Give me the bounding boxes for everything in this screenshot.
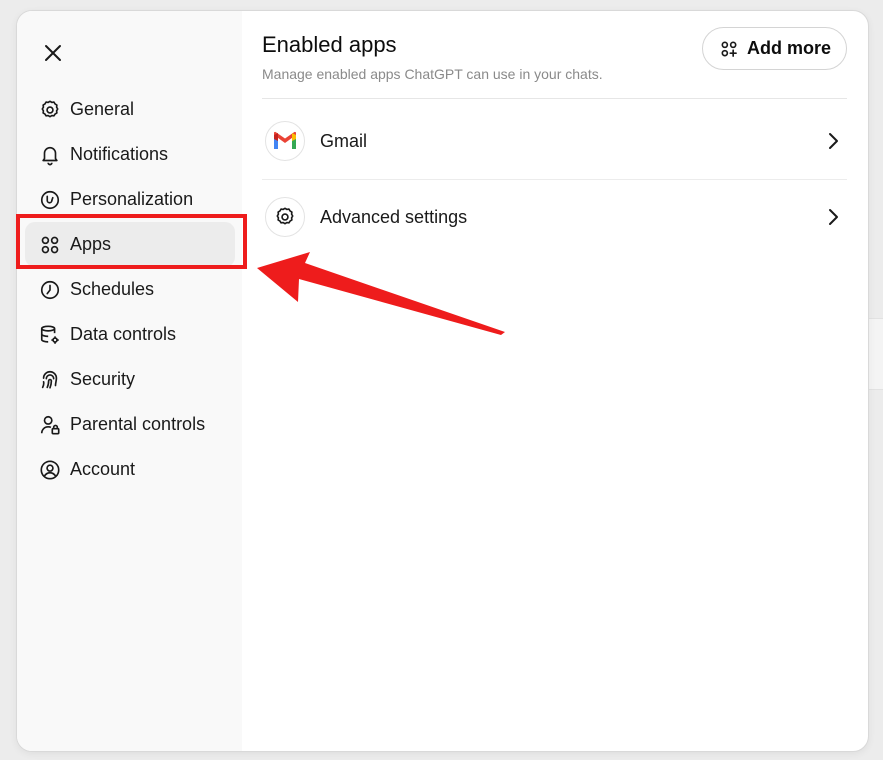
- sidebar-item-schedules[interactable]: Schedules: [25, 267, 235, 312]
- gear-icon: [265, 197, 305, 237]
- settings-sidebar: General Notifications Personalization Ap…: [17, 11, 242, 751]
- personalization-icon: [39, 189, 61, 211]
- sidebar-item-notifications[interactable]: Notifications: [25, 132, 235, 177]
- close-button[interactable]: [37, 37, 69, 69]
- gmail-icon: [265, 121, 305, 161]
- sidebar-item-label: Apps: [70, 234, 112, 254]
- sidebar-item-apps[interactable]: Apps: [25, 222, 235, 267]
- close-icon: [45, 45, 61, 61]
- advanced-settings-row[interactable]: Advanced settings: [262, 179, 847, 255]
- clock-icon: [39, 279, 61, 301]
- chevron-right-icon: [823, 207, 843, 227]
- sidebar-item-account[interactable]: Account: [25, 447, 235, 492]
- chevron-right-icon: [823, 131, 843, 151]
- app-row-label: Gmail: [320, 130, 368, 151]
- sidebar-item-label: Schedules: [70, 279, 155, 299]
- sidebar-item-label: Account: [70, 459, 136, 479]
- sidebar-item-label: Security: [70, 369, 136, 389]
- settings-dialog: General Notifications Personalization Ap…: [16, 10, 869, 752]
- fingerprint-icon: [39, 369, 61, 391]
- sidebar-item-parental-controls[interactable]: Parental controls: [25, 402, 235, 447]
- sidebar-item-personalization[interactable]: Personalization: [25, 177, 235, 222]
- settings-content: Enabled apps Manage enabled apps ChatGPT…: [262, 11, 847, 751]
- sidebar-item-label: Notifications: [70, 144, 169, 164]
- gear-icon: [39, 99, 61, 121]
- sidebar-item-label: Data controls: [70, 324, 177, 344]
- add-more-button[interactable]: Add more: [701, 27, 847, 70]
- sidebar-item-general[interactable]: General: [25, 87, 235, 132]
- page-title: Enabled apps: [262, 32, 397, 57]
- person-lock-icon: [39, 414, 61, 436]
- header-divider: [262, 98, 847, 99]
- sidebar-item-security[interactable]: Security: [25, 357, 235, 402]
- bell-icon: [39, 144, 61, 166]
- sidebar-item-label: Parental controls: [70, 414, 206, 434]
- user-circle-icon: [39, 459, 61, 481]
- sidebar-item-label: General: [70, 99, 135, 119]
- app-row-gmail[interactable]: Gmail: [262, 103, 847, 179]
- add-more-label: Add more: [746, 38, 831, 58]
- sidebar-item-data-controls[interactable]: Data controls: [25, 312, 235, 357]
- database-gear-icon: [39, 324, 61, 346]
- add-apps-icon: [719, 39, 739, 59]
- settings-nav: General Notifications Personalization Ap…: [25, 87, 235, 492]
- apps-grid-icon: [39, 234, 61, 256]
- sidebar-item-label: Personalization: [70, 189, 194, 209]
- background-window-strip: [868, 318, 883, 390]
- advanced-settings-label: Advanced settings: [320, 206, 468, 227]
- page-subtitle: Manage enabled apps ChatGPT can use in y…: [262, 66, 603, 82]
